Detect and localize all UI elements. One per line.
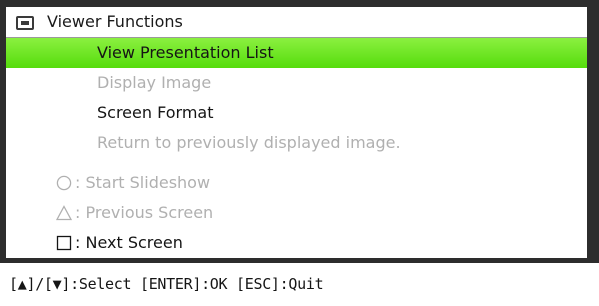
menu-item-screen-format[interactable]: Screen Format — [6, 98, 587, 128]
triangle-icon — [56, 205, 72, 221]
key-previous-screen: : Previous Screen — [6, 198, 587, 228]
square-icon — [56, 235, 72, 251]
menu-item-label: Screen Format — [97, 103, 214, 122]
menu-item-label: Return to previously displayed image. — [97, 133, 401, 152]
help-footer: [▲]/[▼]:Select [ENTER]:OK [ESC]:Quit — [0, 263, 599, 306]
menu-item-return-previous-image[interactable]: Return to previously displayed image. — [6, 128, 587, 158]
viewer-functions-menu: Viewer Functions View Presentation List … — [6, 7, 587, 258]
viewer-icon — [16, 16, 34, 30]
help-text: [▲]/[▼]:Select [ENTER]:OK [ESC]:Quit — [9, 275, 324, 293]
circle-icon — [56, 175, 72, 191]
key-label: : Next Screen — [75, 233, 183, 252]
viewer-icon-inner — [21, 21, 29, 25]
key-label: : Start Slideshow — [75, 173, 211, 192]
menu-title: Viewer Functions — [47, 12, 183, 31]
menu-item-display-image[interactable]: Display Image — [6, 68, 587, 98]
osd-frame: Viewer Functions View Presentation List … — [0, 0, 599, 306]
menu-item-view-presentation-list[interactable]: View Presentation List — [6, 38, 587, 68]
key-label: : Previous Screen — [75, 203, 214, 222]
key-start-slideshow: : Start Slideshow — [6, 168, 587, 198]
menu-item-label: Display Image — [97, 73, 212, 92]
menu-item-label: View Presentation List — [97, 43, 274, 62]
key-next-screen: : Next Screen — [6, 228, 587, 258]
menu-title-row: Viewer Functions — [6, 7, 587, 37]
